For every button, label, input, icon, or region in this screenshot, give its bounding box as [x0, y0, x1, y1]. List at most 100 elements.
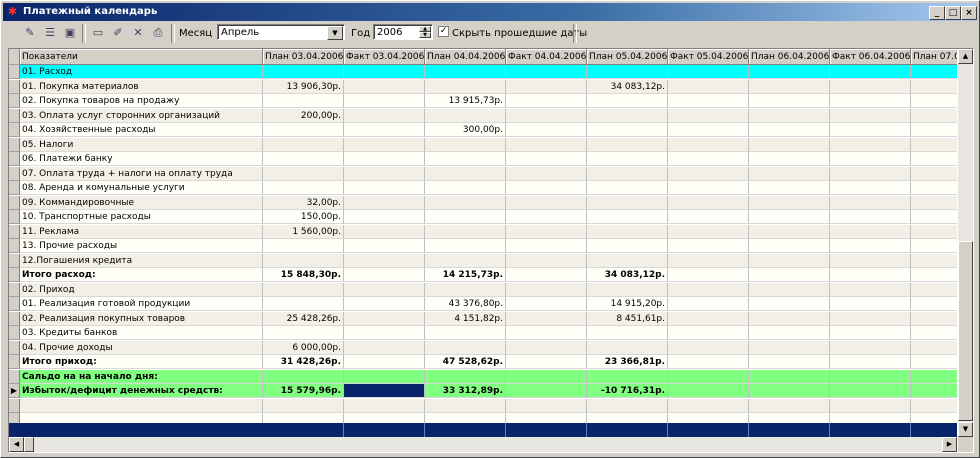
value-cell[interactable] [911, 239, 957, 253]
table-row[interactable]: 09. Коммандировочные 32,00р. [9, 195, 957, 210]
row-indicator[interactable] [9, 166, 20, 181]
value-cell[interactable] [830, 79, 911, 94]
column-header[interactable]: Факт 04.04.2006 [506, 49, 587, 65]
table-row[interactable]: 06. Платежи банку [9, 152, 957, 166]
value-cell[interactable] [668, 340, 749, 355]
value-cell[interactable] [749, 369, 830, 384]
value-cell[interactable] [344, 79, 425, 94]
value-cell[interactable] [587, 108, 668, 123]
row-indicator[interactable] [9, 268, 20, 282]
scroll-right-icon[interactable]: ▶ [942, 437, 957, 452]
value-cell[interactable]: 47 528,62р. [425, 355, 506, 369]
table-row[interactable]: 07. Оплата труда + налоги на оплату труд… [9, 166, 957, 181]
value-cell[interactable] [830, 297, 911, 311]
value-cell[interactable] [830, 94, 911, 108]
value-cell[interactable] [668, 195, 749, 210]
table-row[interactable]: 01. Реализация готовой продукции 43 376,8… [9, 297, 957, 311]
value-cell[interactable] [506, 181, 587, 195]
value-cell[interactable] [911, 225, 957, 239]
value-cell[interactable] [425, 398, 506, 413]
value-cell[interactable] [830, 239, 911, 253]
value-cell[interactable] [263, 181, 344, 195]
value-cell[interactable] [911, 283, 957, 297]
value-cell[interactable] [749, 181, 830, 195]
table-row[interactable]: 04. Прочие доходы 6 000,00р. [9, 340, 957, 355]
value-cell[interactable]: 31 428,26р. [263, 355, 344, 369]
row-indicator[interactable] [9, 79, 20, 94]
value-cell[interactable]: 23 366,81р. [587, 355, 668, 369]
row-indicator[interactable] [9, 297, 20, 311]
value-cell[interactable]: 150,00р. [263, 210, 344, 224]
value-cell[interactable] [911, 167, 957, 181]
row-indicator[interactable] [9, 369, 20, 384]
table-row[interactable]: Итого расход: 15 848,30р. 14 215,73р. 34 08… [9, 268, 957, 282]
value-cell[interactable] [587, 152, 668, 166]
value-cell[interactable]: 33 312,89р. [425, 384, 506, 398]
value-cell[interactable] [749, 166, 830, 181]
value-cell[interactable] [263, 282, 344, 297]
value-cell[interactable] [506, 94, 587, 108]
value-cell[interactable] [587, 210, 668, 224]
column-header[interactable]: План 06.04.2006 [749, 49, 830, 65]
value-cell[interactable] [911, 138, 957, 152]
value-cell[interactable] [506, 398, 587, 413]
value-cell[interactable]: 8 451,61р. [587, 311, 668, 326]
value-cell[interactable] [911, 65, 957, 79]
table-row[interactable]: 03. Кредиты банков [9, 326, 957, 340]
value-cell[interactable] [587, 137, 668, 152]
delete-icon[interactable]: ✕ [129, 24, 147, 42]
value-cell[interactable] [911, 341, 957, 355]
value-cell[interactable] [830, 355, 911, 369]
value-cell[interactable] [506, 369, 587, 384]
value-cell[interactable] [506, 384, 587, 398]
value-cell[interactable] [263, 94, 344, 108]
value-cell[interactable] [506, 268, 587, 282]
value-cell[interactable] [911, 109, 957, 123]
row-indicator[interactable] [9, 210, 20, 224]
value-cell[interactable]: 13 906,30р. [263, 79, 344, 94]
value-cell[interactable] [668, 108, 749, 123]
value-cell[interactable] [587, 282, 668, 297]
value-cell[interactable] [425, 253, 506, 268]
edit-folder-icon[interactable]: ✐ [109, 24, 127, 42]
value-cell[interactable] [911, 196, 957, 210]
list-icon[interactable]: ☰ [41, 24, 59, 42]
app-icon[interactable]: ✱ [7, 6, 18, 17]
value-cell[interactable] [830, 137, 911, 152]
edit-icon[interactable]: ✎ [21, 24, 39, 42]
value-cell[interactable] [344, 311, 425, 326]
value-cell[interactable] [506, 123, 587, 137]
value-cell[interactable] [668, 297, 749, 311]
hide-past-checkbox[interactable]: ✓ [438, 26, 449, 37]
value-cell[interactable] [749, 398, 830, 413]
row-indicator[interactable] [9, 398, 20, 413]
value-cell[interactable] [506, 195, 587, 210]
value-cell[interactable] [425, 79, 506, 94]
value-cell[interactable] [425, 210, 506, 224]
value-cell[interactable]: 1 560,00р. [263, 224, 344, 239]
table-row[interactable]: 10. Транспортные расходы 150,00р. [9, 210, 957, 224]
data-grid[interactable]: Показатели План 03.04.2006 Факт 03.04.2006… [8, 48, 974, 453]
value-cell[interactable] [263, 239, 344, 253]
value-cell[interactable] [749, 253, 830, 268]
column-header[interactable]: План 05.04.2006 [587, 49, 668, 65]
spinner-arrows[interactable]: ▲ ▼ [419, 26, 431, 38]
value-cell[interactable] [830, 210, 911, 224]
row-indicator[interactable] [9, 239, 20, 253]
table-row[interactable]: Итого приход: 31 428,26р. 47 528,62р. 23 36… [9, 355, 957, 369]
row-indicator[interactable] [9, 137, 20, 152]
value-cell[interactable] [344, 65, 425, 79]
row-indicator[interactable] [9, 195, 20, 210]
value-cell[interactable] [344, 195, 425, 210]
value-cell[interactable] [587, 94, 668, 108]
table-row[interactable]: 08. Аренда и комунальные услуги [9, 181, 957, 195]
value-cell[interactable] [506, 239, 587, 253]
scroll-thumb[interactable] [958, 241, 973, 421]
value-cell[interactable] [911, 326, 957, 340]
value-cell[interactable] [668, 384, 749, 398]
value-cell[interactable] [587, 224, 668, 239]
value-cell[interactable] [425, 137, 506, 152]
table-row[interactable]: 13. Прочие расходы [9, 239, 957, 253]
value-cell[interactable]: 14 915,20р. [587, 297, 668, 311]
table-row[interactable]: 03. Оплата услуг сторонних организаций 20… [9, 108, 957, 123]
